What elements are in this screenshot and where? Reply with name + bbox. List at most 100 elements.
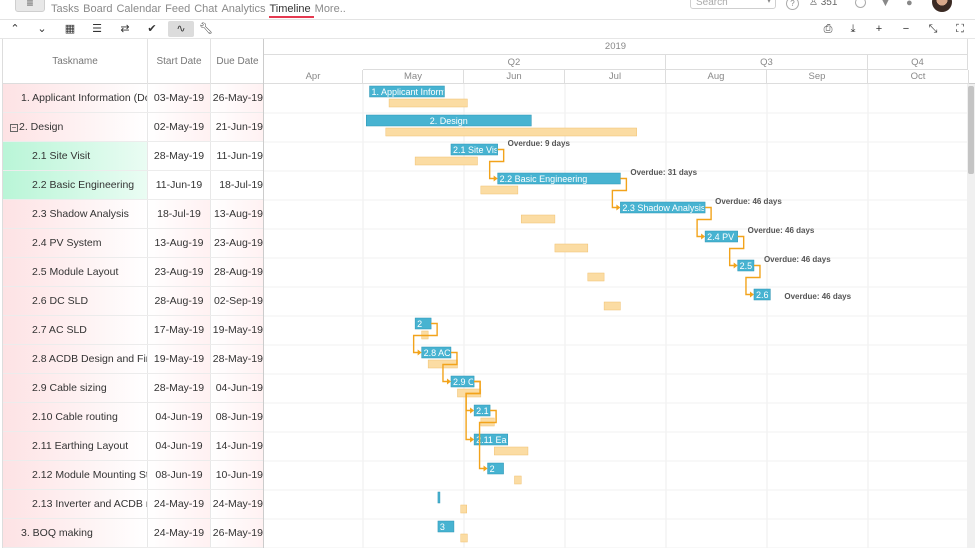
task-row[interactable]: 2.12 Module Mounting Struc08-Jun-1910-Ju… xyxy=(3,461,264,490)
task-name-cell[interactable]: 2.5 Module Layout xyxy=(3,258,148,286)
swap-icon[interactable]: ⇄ xyxy=(115,21,135,37)
tab-tasks[interactable]: Tasks xyxy=(51,3,82,18)
task-row[interactable]: 2.4 PV System 13-Aug-19 23-Aug-19 xyxy=(3,229,264,258)
collapse-toggle-icon[interactable]: − xyxy=(10,124,18,132)
start-date-cell[interactable]: 04-Jun-19 xyxy=(148,403,211,431)
column-header-taskname[interactable]: Taskname xyxy=(3,39,148,84)
due-date-cell[interactable]: 21-Jun-19 xyxy=(211,113,264,141)
task-name-cell[interactable]: 2.1 Site Visit xyxy=(3,142,148,170)
task-row[interactable]: 2.6 DC SLD 28-Aug-19 02-Sep-19 xyxy=(3,287,264,316)
start-date-cell[interactable]: 11-Jun-19 xyxy=(148,171,211,199)
search-input[interactable]: Search ▾ xyxy=(690,0,776,9)
task-name-cell[interactable]: 2.13 Inverter and ACDB mo xyxy=(3,490,148,518)
due-date-cell[interactable]: 26-May-19 xyxy=(211,519,264,547)
task-row[interactable]: 2.11 Earthing Layout 04-Jun-19 14-Jun-19 xyxy=(3,432,264,461)
zoom-in-icon[interactable]: + xyxy=(869,21,889,37)
task-name-cell[interactable]: 2.2 Basic Engineering xyxy=(3,171,148,199)
task-row[interactable]: 3. BOQ making 24-May-19 26-May-19 xyxy=(3,519,264,548)
due-date-cell[interactable]: 13-Aug-19 xyxy=(211,200,264,228)
due-date-cell[interactable]: 28-May-19 xyxy=(211,345,264,373)
tab-more[interactable]: More.. xyxy=(315,3,349,18)
due-date-cell[interactable]: 08-Jun-19 xyxy=(211,403,264,431)
sliders-icon[interactable]: ☰ xyxy=(87,21,107,37)
user-count[interactable]: ♙ 351 xyxy=(809,0,837,8)
task-row[interactable]: 2.13 Inverter and ACDB mo 24-May-19 24-May… xyxy=(3,490,264,519)
due-date-cell[interactable]: 18-Jul-19 xyxy=(211,171,264,199)
due-date-cell[interactable]: 19-May-19 xyxy=(211,316,264,344)
task-name-cell[interactable]: 2.9 Cable sizing xyxy=(3,374,148,402)
due-date-cell[interactable]: 04-Jun-19 xyxy=(211,374,264,402)
tab-chat[interactable]: Chat xyxy=(194,3,220,18)
task-row[interactable]: −2. Design 02-May-19 21-Jun-19 xyxy=(3,113,264,142)
tab-timeline[interactable]: Timeline xyxy=(269,3,314,18)
due-date-cell[interactable]: 14-Jun-19 xyxy=(211,432,264,460)
due-date-cell[interactable]: 26-May-19 xyxy=(211,84,264,112)
task-row[interactable]: 1. Applicant Information (Do nc03-May-19… xyxy=(3,84,264,113)
task-name-cell[interactable]: 2.12 Module Mounting Struc xyxy=(3,461,148,489)
task-name-cell[interactable]: 2.4 PV System xyxy=(3,229,148,257)
print-icon[interactable]: ⎙ xyxy=(818,21,838,37)
start-date-cell[interactable]: 13-Aug-19 xyxy=(148,229,211,257)
download-icon[interactable]: ⤓ xyxy=(843,21,863,37)
chevron-down-icon[interactable]: ⌄ xyxy=(32,21,52,37)
bell-icon[interactable]: ● xyxy=(906,0,913,9)
due-date-cell[interactable]: 11-Jun-19 xyxy=(211,142,264,170)
start-date-cell[interactable]: 03-May-19 xyxy=(148,84,211,112)
start-date-cell[interactable]: 28-May-19 xyxy=(148,142,211,170)
task-row[interactable]: 2.1 Site Visit 28-May-19 11-Jun-19 xyxy=(3,142,264,171)
task-name-cell[interactable]: 3. BOQ making xyxy=(3,519,148,547)
task-row[interactable]: 2.3 Shadow Analysis 18-Jul-19 13-Aug-19 xyxy=(3,200,264,229)
task-name-cell[interactable]: 2.10 Cable routing xyxy=(3,403,148,431)
avatar[interactable] xyxy=(932,0,952,12)
task-row[interactable]: 2.9 Cable sizing 28-May-19 04-Jun-19 xyxy=(3,374,264,403)
start-date-cell[interactable]: 19-May-19 xyxy=(148,345,211,373)
chevron-down-icon[interactable]: ▾ xyxy=(767,0,771,5)
start-date-cell[interactable]: 24-May-19 xyxy=(148,519,211,547)
column-header-start[interactable]: Start Date xyxy=(148,39,211,84)
hamburger-icon[interactable]: ≡ xyxy=(15,0,45,12)
help-icon[interactable]: ? xyxy=(786,0,799,10)
start-date-cell[interactable]: 02-May-19 xyxy=(148,113,211,141)
start-date-cell[interactable]: 28-May-19 xyxy=(148,374,211,402)
task-name-cell[interactable]: 2.3 Shadow Analysis xyxy=(3,200,148,228)
start-date-cell[interactable]: 08-Jun-19 xyxy=(148,461,211,489)
vertical-scrollbar[interactable] xyxy=(967,84,975,548)
scroll-thumb[interactable] xyxy=(968,86,974,174)
chevron-up-icon[interactable]: ⌃ xyxy=(5,21,25,37)
due-date-cell[interactable]: 10-Jun-19 xyxy=(211,461,264,489)
tab-calendar[interactable]: Calendar xyxy=(116,3,164,18)
task-name-cell[interactable]: 2.11 Earthing Layout xyxy=(3,432,148,460)
collapse-icon[interactable]: ⤡ xyxy=(923,21,943,37)
task-row[interactable]: 2.2 Basic Engineering 11-Jun-19 18-Jul-19 xyxy=(3,171,264,200)
due-date-cell[interactable]: 02-Sep-19 xyxy=(211,287,264,315)
grid-icon[interactable]: ▦ xyxy=(60,21,80,37)
task-bar[interactable] xyxy=(437,491,441,504)
task-name-cell[interactable]: −2. Design xyxy=(3,113,148,141)
task-name-cell[interactable]: 2.8 ACDB Design and Finali xyxy=(3,345,148,373)
task-row[interactable]: 2.7 AC SLD 17-May-19 19-May-19 xyxy=(3,316,264,345)
task-name-cell[interactable]: 2.6 DC SLD xyxy=(3,287,148,315)
start-date-cell[interactable]: 28-Aug-19 xyxy=(148,287,211,315)
task-row[interactable]: 2.5 Module Layout 23-Aug-19 28-Aug-19 xyxy=(3,258,264,287)
wrench-icon[interactable]: 🔧︎ xyxy=(196,21,216,37)
zoom-out-icon[interactable]: − xyxy=(896,21,916,37)
location-icon[interactable]: ▼ xyxy=(880,0,891,9)
due-date-cell[interactable]: 23-Aug-19 xyxy=(211,229,264,257)
critical-path-icon[interactable]: ∿ xyxy=(168,21,194,37)
check-icon[interactable]: ✔ xyxy=(142,21,162,37)
due-date-cell[interactable]: 28-Aug-19 xyxy=(211,258,264,286)
fullscreen-icon[interactable]: ⛶ xyxy=(950,21,970,37)
task-name-cell[interactable]: 1. Applicant Information (Do nc xyxy=(3,84,148,112)
task-row[interactable]: 2.8 ACDB Design and Finali19-May-1928-Ma… xyxy=(3,345,264,374)
task-name-cell[interactable]: 2.7 AC SLD xyxy=(3,316,148,344)
start-date-cell[interactable]: 04-Jun-19 xyxy=(148,432,211,460)
start-date-cell[interactable]: 23-Aug-19 xyxy=(148,258,211,286)
task-row[interactable]: 2.10 Cable routing 04-Jun-19 08-Jun-19 xyxy=(3,403,264,432)
tab-board[interactable]: Board xyxy=(83,3,115,18)
start-date-cell[interactable]: 18-Jul-19 xyxy=(148,200,211,228)
tab-feed[interactable]: Feed xyxy=(165,3,193,18)
due-date-cell[interactable]: 24-May-19 xyxy=(211,490,264,518)
tab-analytics[interactable]: Analytics xyxy=(221,3,268,18)
start-date-cell[interactable]: 24-May-19 xyxy=(148,490,211,518)
clock-icon[interactable] xyxy=(855,0,866,8)
